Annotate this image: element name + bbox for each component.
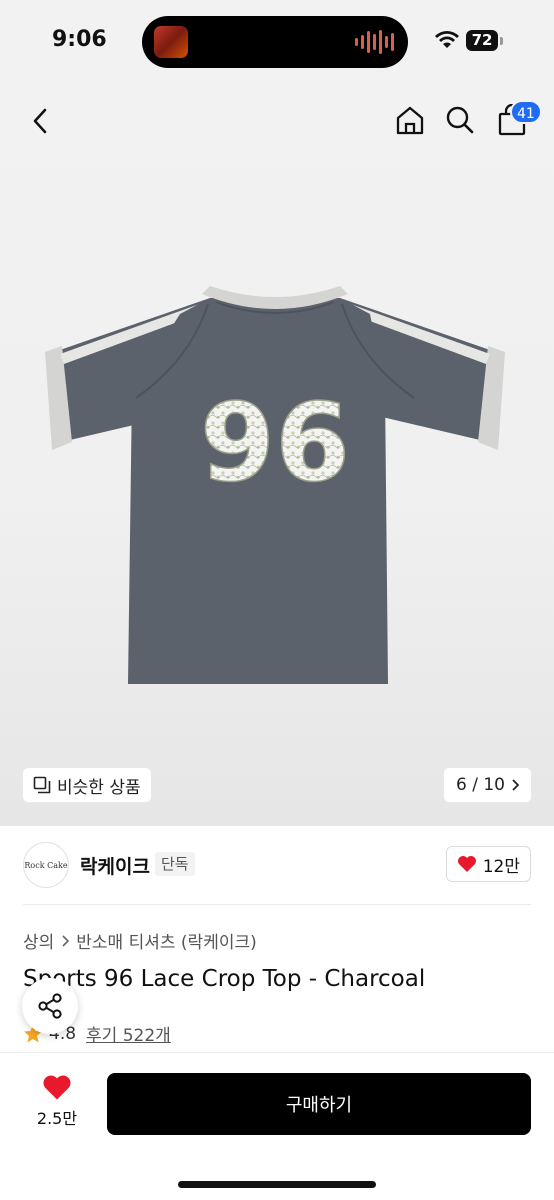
battery-cap — [500, 37, 503, 45]
image-counter-button[interactable]: 6 / 10 — [444, 768, 531, 802]
product-title: Sports 96 Lace Crop Top - Charcoal — [23, 966, 426, 992]
screen: 9:06 72 41 96 비슷한 상품 6 / 10 Rock Cake 락케… — [0, 0, 554, 1200]
wifi-icon — [435, 31, 459, 48]
chevron-left-icon — [33, 108, 47, 134]
share-button[interactable] — [22, 978, 78, 1034]
home-button[interactable] — [392, 102, 428, 138]
chevron-right-icon — [512, 779, 519, 791]
buy-button[interactable]: 구매하기 — [107, 1073, 531, 1135]
copy-icon — [33, 776, 51, 794]
battery-indicator: 72 — [466, 30, 498, 51]
status-time: 9:06 — [52, 27, 107, 52]
breadcrumb: 상의 반소매 티셔츠 (락케이크) — [23, 928, 257, 953]
home-icon — [396, 106, 424, 135]
wishlist-button[interactable]: 2.5만 — [30, 1074, 84, 1129]
dynamic-island — [142, 16, 408, 68]
divider — [23, 904, 531, 905]
brand-logo[interactable]: Rock Cake — [23, 842, 69, 888]
similar-products-button[interactable]: 비슷한 상품 — [23, 768, 151, 802]
heart-icon — [457, 856, 476, 872]
audio-wave-icon — [355, 30, 394, 54]
chevron-right-icon — [62, 934, 70, 947]
similar-products-label: 비슷한 상품 — [57, 777, 141, 798]
exclusive-badge: 단독 — [155, 852, 195, 876]
search-icon — [446, 106, 474, 134]
search-button[interactable] — [442, 102, 478, 138]
reviews-link[interactable]: 후기 522개 — [86, 1021, 171, 1046]
brand-like-button[interactable]: 12만 — [445, 846, 531, 882]
wishlist-count: 2.5만 — [36, 1109, 78, 1128]
breadcrumb-subcategory[interactable]: 반소매 티셔츠 (락케이크) — [76, 928, 256, 953]
cart-count-badge: 41 — [510, 100, 542, 124]
brand-name[interactable]: 락케이크 — [80, 852, 150, 879]
image-counter-label: 6 / 10 — [456, 775, 505, 795]
now-playing-artwork — [154, 26, 188, 58]
share-icon — [38, 993, 62, 1019]
home-indicator — [178, 1181, 376, 1188]
product-photo: 96 — [45, 286, 505, 684]
svg-text:96: 96 — [200, 381, 350, 506]
breadcrumb-category[interactable]: 상의 — [23, 928, 54, 953]
brand-like-count: 12만 — [482, 856, 520, 877]
brand-logo-text: Rock Cake — [24, 860, 68, 870]
heart-icon — [43, 1075, 71, 1100]
back-button[interactable] — [22, 103, 58, 139]
